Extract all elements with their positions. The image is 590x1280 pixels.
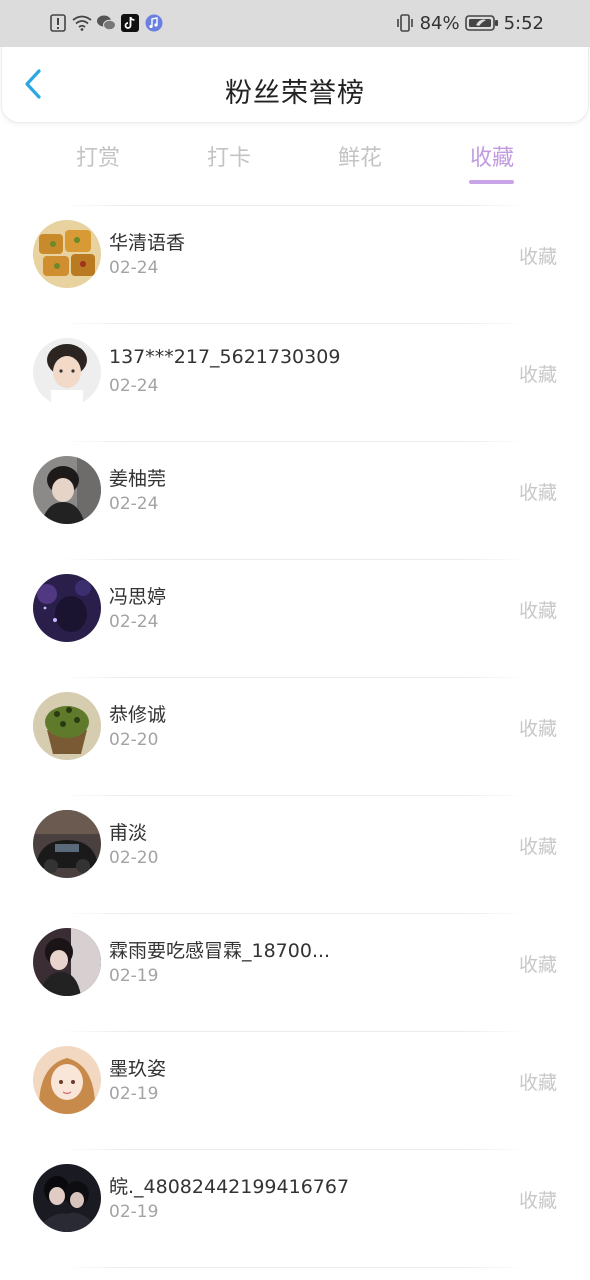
music-icon (144, 13, 164, 33)
avatar[interactable] (33, 810, 101, 878)
avatar[interactable] (33, 928, 101, 996)
clock: 5:52 (503, 12, 544, 34)
list-item[interactable]: 137***217_5621730309 02-24 收藏 (0, 323, 590, 441)
avatar[interactable] (33, 456, 101, 524)
battery-icon (464, 13, 499, 33)
fan-date: 02-24 (109, 376, 159, 396)
fan-name: 华清语香 (109, 232, 186, 254)
status-left-icons (48, 12, 164, 34)
tiktok-icon (120, 13, 140, 33)
tab-reward[interactable]: 打赏 (48, 140, 148, 172)
list-item[interactable]: 姜柚莞 02-24 收藏 (0, 441, 590, 559)
vibrate-icon (395, 13, 415, 33)
fan-name: 137***217_5621730309 (109, 346, 341, 368)
action-label: 收藏 (518, 482, 557, 504)
list-item[interactable]: 恭修诚 02-20 收藏 (0, 677, 590, 795)
fan-date: 02-20 (109, 730, 159, 750)
avatar[interactable] (33, 574, 101, 642)
status-right: 84% 5:52 (395, 10, 544, 36)
page-title: 粉丝荣誉榜 (225, 78, 365, 109)
header-bar: 粉丝荣誉榜 (1, 47, 589, 123)
fan-name: 甫淡 (109, 822, 148, 844)
fan-name: 姜柚莞 (109, 468, 167, 490)
fan-date: 02-20 (109, 848, 159, 868)
fan-date: 02-19 (109, 1084, 159, 1104)
wifi-icon (72, 13, 92, 33)
fan-date: 02-19 (109, 1202, 159, 1222)
battery-percent: 84% (419, 12, 460, 34)
list-item[interactable]: 华清语香 02-24 收藏 (0, 205, 590, 323)
fan-date: 02-24 (109, 494, 159, 514)
list-item[interactable]: 墨玖姿 02-19 收藏 (0, 1031, 590, 1149)
list-divider (60, 1267, 530, 1268)
fan-name: 恭修诚 (109, 704, 167, 726)
fan-name: 墨玖姿 (109, 1058, 167, 1080)
action-label: 收藏 (518, 364, 557, 386)
avatar[interactable] (33, 338, 101, 406)
action-label: 收藏 (518, 954, 557, 976)
fan-name: 皖._48082442199416767 (109, 1176, 350, 1198)
fan-date: 02-19 (109, 966, 159, 986)
wechat-icon (96, 13, 116, 33)
tab-flowers[interactable]: 鲜花 (310, 140, 410, 172)
fan-date: 02-24 (109, 612, 159, 632)
fan-name: 霖雨要吃感冒霖_18700... (109, 940, 331, 962)
list-item[interactable]: 冯思婷 02-24 收藏 (0, 559, 590, 677)
tab-bar: 打赏 打卡 鲜花 收藏 (0, 128, 590, 188)
status-bar: 84% 5:52 (0, 0, 590, 47)
tab-favorites[interactable]: 收藏 (442, 140, 542, 172)
avatar[interactable] (33, 692, 101, 760)
list-item[interactable]: 甫淡 02-20 收藏 (0, 795, 590, 913)
fan-name: 冯思婷 (109, 586, 167, 608)
list-item[interactable]: 皖._48082442199416767 02-19 收藏 (0, 1149, 590, 1267)
action-label: 收藏 (518, 718, 557, 740)
fan-date: 02-24 (109, 258, 159, 278)
alert-icon (48, 13, 68, 33)
avatar[interactable] (33, 220, 101, 288)
list-item[interactable]: 霖雨要吃感冒霖_18700... 02-19 收藏 (0, 913, 590, 1031)
action-label: 收藏 (518, 1190, 557, 1212)
active-tab-indicator (469, 180, 514, 184)
avatar[interactable] (33, 1046, 101, 1114)
action-label: 收藏 (518, 1072, 557, 1094)
action-label: 收藏 (518, 246, 557, 268)
avatar[interactable] (33, 1164, 101, 1232)
action-label: 收藏 (518, 600, 557, 622)
action-label: 收藏 (518, 836, 557, 858)
tab-checkin[interactable]: 打卡 (179, 140, 279, 172)
